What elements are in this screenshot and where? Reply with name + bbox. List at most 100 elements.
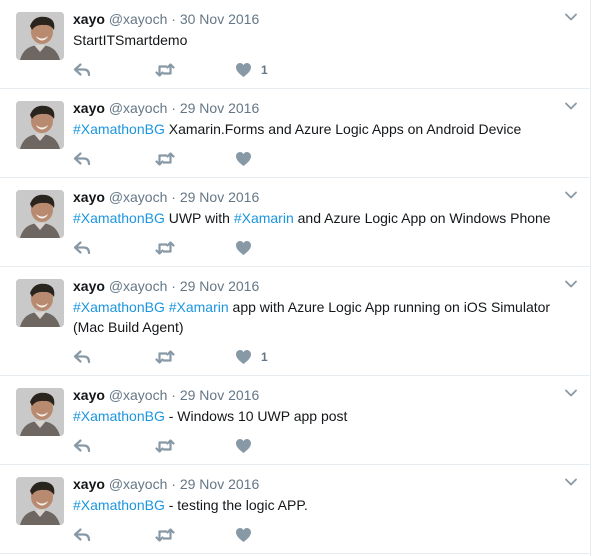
author-handle[interactable]: @xayoch [109, 476, 168, 492]
hashtag-link[interactable]: #XamathonBG [73, 121, 165, 137]
tweet[interactable]: xayo @xayoch · 29 Nov 2016 #XamathonBG U… [0, 178, 590, 267]
reply-button[interactable] [73, 60, 91, 80]
retweet-icon [155, 439, 175, 453]
reply-button[interactable] [73, 347, 91, 367]
tweet-text-segment: and Azure Logic App on Windows Phone [293, 210, 551, 226]
retweet-icon [155, 350, 175, 364]
author-handle[interactable]: @xayoch [109, 11, 168, 27]
retweet-button[interactable] [155, 436, 175, 456]
tweet-actions [73, 525, 373, 545]
tweet-date[interactable]: 30 Nov 2016 [180, 11, 259, 27]
retweet-icon [155, 63, 175, 77]
tweet-actions [73, 149, 373, 169]
hashtag-link[interactable]: #XamathonBG [73, 299, 165, 315]
reply-icon [73, 152, 91, 166]
tweet-text-segment: - testing the logic APP. [164, 497, 308, 513]
retweet-icon [155, 241, 175, 255]
chevron-down-icon[interactable] [564, 475, 578, 489]
tweet[interactable]: xayo @xayoch · 29 Nov 2016 #XamathonBG X… [0, 89, 590, 178]
reply-icon [73, 350, 91, 364]
tweet-date[interactable]: 29 Nov 2016 [180, 278, 259, 294]
like-button[interactable] [235, 525, 261, 545]
retweet-button[interactable] [155, 149, 175, 169]
author-handle[interactable]: @xayoch [109, 387, 168, 403]
like-button[interactable] [235, 149, 261, 169]
separator-dot: · [171, 476, 176, 492]
author-name[interactable]: xayo [73, 476, 105, 492]
author-name[interactable]: xayo [73, 11, 105, 27]
hashtag-link[interactable]: #XamathonBG [73, 497, 165, 513]
like-button[interactable] [235, 436, 261, 456]
reply-button[interactable] [73, 238, 91, 258]
like-button[interactable]: 1 [235, 60, 268, 80]
separator-dot: · [171, 100, 176, 116]
like-button[interactable] [235, 238, 261, 258]
avatar[interactable] [16, 12, 64, 60]
tweet[interactable]: xayo @xayoch · 29 Nov 2016 #XamathonBG -… [0, 465, 590, 554]
tweet-header: xayo @xayoch · 29 Nov 2016 [73, 188, 259, 206]
tweet-actions [73, 436, 373, 456]
retweet-icon [155, 528, 175, 542]
author-name[interactable]: xayo [73, 278, 105, 294]
tweet[interactable]: xayo @xayoch · 29 Nov 2016 #XamathonBG #… [0, 267, 590, 376]
hashtag-link[interactable]: #Xamarin [234, 210, 294, 226]
author-name[interactable]: xayo [73, 387, 105, 403]
tweet[interactable]: xayo @xayoch · 30 Nov 2016 StartITSmartd… [0, 0, 590, 89]
separator-dot: · [171, 189, 176, 205]
tweet-header: xayo @xayoch · 29 Nov 2016 [73, 386, 259, 404]
reply-button[interactable] [73, 149, 91, 169]
tweet-date[interactable]: 29 Nov 2016 [180, 476, 259, 492]
reply-icon [73, 241, 91, 255]
tweet-text-segment: UWP with [164, 210, 234, 226]
reply-button[interactable] [73, 525, 91, 545]
retweet-button[interactable] [155, 347, 175, 367]
author-handle[interactable]: @xayoch [109, 100, 168, 116]
tweet-text-segment: Xamarin.Forms and Azure Logic Apps on An… [164, 121, 522, 137]
heart-icon [236, 528, 251, 542]
like-count: 1 [261, 350, 268, 364]
separator-dot: · [171, 387, 176, 403]
hashtag-link[interactable]: #XamathonBG [73, 210, 165, 226]
chevron-down-icon[interactable] [564, 386, 578, 400]
author-handle[interactable]: @xayoch [109, 189, 168, 205]
heart-icon [236, 350, 251, 364]
heart-icon [236, 241, 251, 255]
tweet-date[interactable]: 29 Nov 2016 [180, 189, 259, 205]
retweet-button[interactable] [155, 525, 175, 545]
avatar[interactable] [16, 388, 64, 436]
reply-icon [73, 63, 91, 77]
retweet-button[interactable] [155, 238, 175, 258]
tweet[interactable]: xayo @xayoch · 29 Nov 2016 #XamathonBG -… [0, 376, 590, 465]
author-handle[interactable]: @xayoch [109, 278, 168, 294]
tweet-text: StartITSmartdemo [73, 30, 573, 50]
heart-icon [236, 439, 251, 453]
tweet-text: #XamathonBG Xamarin.Forms and Azure Logi… [73, 119, 573, 139]
tweet-text: #XamathonBG UWP with #Xamarin and Azure … [73, 208, 573, 228]
chevron-down-icon[interactable] [564, 10, 578, 24]
reply-button[interactable] [73, 436, 91, 456]
hashtag-link[interactable]: #XamathonBG [73, 408, 165, 424]
tweet-header: xayo @xayoch · 29 Nov 2016 [73, 475, 259, 493]
avatar[interactable] [16, 279, 64, 327]
separator-dot: · [171, 11, 176, 27]
avatar[interactable] [16, 101, 64, 149]
retweet-button[interactable] [155, 60, 175, 80]
tweet-text: #XamathonBG - testing the logic APP. [73, 495, 573, 515]
like-button[interactable]: 1 [235, 347, 268, 367]
tweet-text-segment: - Windows 10 UWP app post [164, 408, 348, 424]
hashtag-link[interactable]: #Xamarin [169, 299, 229, 315]
heart-icon [236, 63, 251, 77]
tweet-text-segment: StartITSmartdemo [73, 32, 188, 48]
chevron-down-icon[interactable] [564, 99, 578, 113]
tweet-date[interactable]: 29 Nov 2016 [180, 100, 259, 116]
author-name[interactable]: xayo [73, 100, 105, 116]
chevron-down-icon[interactable] [564, 277, 578, 291]
tweet-date[interactable]: 29 Nov 2016 [180, 387, 259, 403]
tweet-actions: 1 [73, 60, 373, 80]
reply-icon [73, 528, 91, 542]
author-name[interactable]: xayo [73, 189, 105, 205]
avatar[interactable] [16, 477, 64, 525]
avatar[interactable] [16, 190, 64, 238]
tweet-actions [73, 238, 373, 258]
chevron-down-icon[interactable] [564, 188, 578, 202]
